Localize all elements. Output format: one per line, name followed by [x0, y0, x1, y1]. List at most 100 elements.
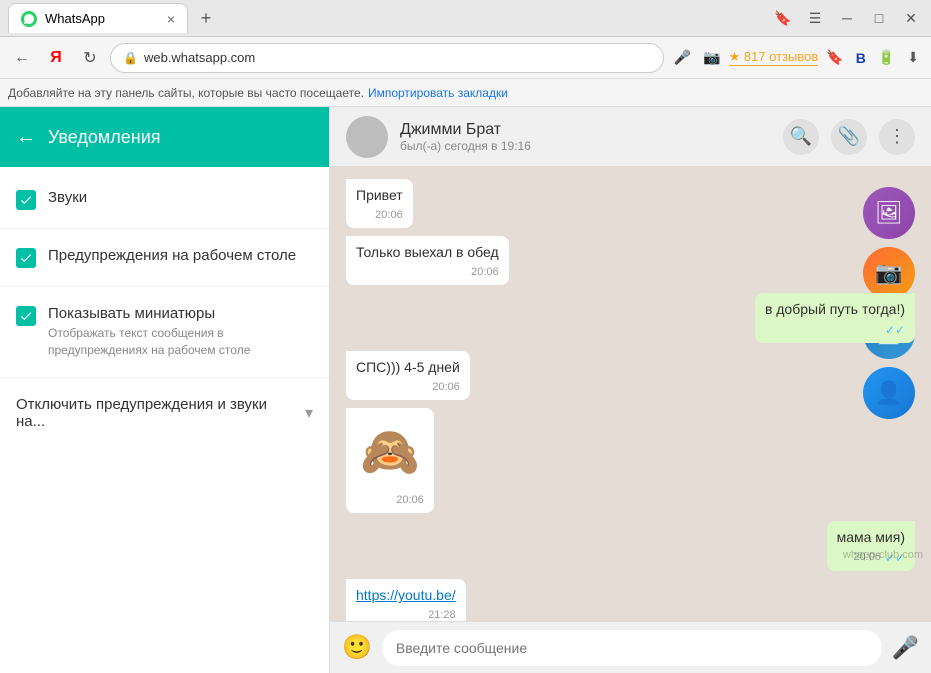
setting-thumbnails[interactable]: Показывать миниатюры Отображать текст со… [0, 291, 329, 373]
rating-badge[interactable]: ★ 817 отзывов [729, 49, 819, 66]
yandex-btn[interactable]: Я [42, 44, 70, 72]
msg-meta-3: ✓✓ [765, 322, 905, 339]
desktop-alerts-checkbox[interactable] [16, 248, 36, 268]
msg-row-7: https://youtu.be/ 21:28 [346, 579, 915, 621]
nav-bar: ← Я ↻ 🔒 web.whatsapp.com 🎤 📷 ★ 817 отзыв… [0, 37, 931, 79]
import-bookmarks-link[interactable]: Импортировать закладки [368, 86, 508, 100]
msg-meta-4: 20:06 [356, 380, 460, 395]
chat-actions: 🔍 📎 ⋮ [783, 119, 915, 155]
chat-info: Джимми Брат был(-а) сегодня в 19:16 [400, 121, 771, 153]
camera-float-btn[interactable]: 📷 [863, 247, 915, 299]
tab-favicon [21, 11, 37, 27]
msg-meta-5: 20:06 [356, 493, 424, 508]
tab-title: WhatsApp [45, 11, 105, 26]
messages-area: 🖼 📷 📄 👤 Привет [330, 167, 931, 621]
msg-emoji-5: 🙈 [356, 415, 424, 490]
msg-text-3: в добрый путь тогда!) [765, 301, 905, 317]
bookmarks-text: Добавляйте на эту панель сайты, которые … [8, 86, 364, 100]
maximize-btn[interactable]: □ [867, 6, 891, 30]
title-bar: WhatsApp × + 🔖 ☰ ─ □ ✕ [0, 0, 931, 37]
msg-bubble-2: Только выехал в обед 20:06 [346, 236, 509, 285]
b-icon[interactable]: В [852, 46, 870, 70]
msg-check-3: ✓✓ [885, 322, 905, 339]
sounds-label: Звуки [48, 189, 87, 206]
msg-bubble-7: https://youtu.be/ 21:28 [346, 579, 466, 621]
msg-bubble-5: 🙈 20:06 [346, 408, 434, 513]
settings-body: Звуки Предупреждения на рабочем столе [0, 167, 329, 673]
image-float-icon: 🖼 [875, 200, 903, 226]
setting-sounds[interactable]: Звуки [0, 175, 329, 224]
camera-float-icon: 📷 [875, 260, 902, 286]
address-text: web.whatsapp.com [144, 50, 651, 65]
settings-panel: ← Уведомления Звуки [0, 107, 330, 673]
sounds-label-container: Звуки [48, 189, 87, 206]
msg-time-4: 20:06 [432, 380, 460, 395]
msg-row-2: Только выехал в обед 20:06 [346, 236, 915, 285]
search-chat-btn[interactable]: 🔍 [783, 119, 819, 155]
thumbnails-label: Показывать миниатюры [48, 305, 313, 322]
msg-text-1: Привет [356, 187, 403, 203]
msg-time-7: 21:28 [428, 608, 456, 621]
mic-btn[interactable]: 🎤 [892, 635, 919, 661]
minimize-btn[interactable]: ─ [835, 6, 859, 30]
mic-icon[interactable]: 🎤 [670, 45, 695, 70]
reload-btn[interactable]: ↻ [76, 44, 104, 72]
msg-meta-7: 21:28 [356, 608, 456, 621]
image-float-btn[interactable]: 🖼 [863, 187, 915, 239]
divider-2 [0, 286, 329, 287]
more-btn[interactable]: ⋮ [879, 119, 915, 155]
active-tab[interactable]: WhatsApp × [8, 3, 188, 33]
divider-3 [0, 377, 329, 378]
msg-row-1: Привет 20:06 [346, 179, 915, 228]
msg-time-5: 20:06 [396, 493, 424, 508]
msg-time-2: 20:06 [471, 265, 499, 280]
msg-row-4: СПС))) 4-5 дней 20:06 [346, 351, 915, 400]
watermark: whapp-club.com [843, 549, 923, 561]
nav-bookmark-icon[interactable]: 🔖 [822, 45, 847, 70]
camera-icon[interactable]: 📷 [699, 45, 724, 70]
mute-item[interactable]: Отключить предупреждения и звуки на... ▾ [0, 382, 329, 444]
msg-text-2: Только выехал в обед [356, 244, 499, 260]
msg-text-4: СПС))) 4-5 дней [356, 359, 460, 375]
menu-btn[interactable]: ☰ [803, 6, 827, 30]
mute-arrow-icon: ▾ [305, 403, 313, 423]
tab-area: WhatsApp × + [8, 3, 763, 33]
address-bar[interactable]: 🔒 web.whatsapp.com [110, 43, 664, 73]
attach-btn[interactable]: 📎 [831, 119, 867, 155]
contact-name: Джимми Брат [400, 121, 771, 139]
download-icon[interactable]: ⬇ [903, 45, 923, 70]
divider-1 [0, 228, 329, 229]
back-btn[interactable]: ← [8, 44, 36, 72]
thumbnails-sub: Отображать текст сообщения в предупрежде… [48, 325, 313, 359]
sounds-checkbox[interactable] [16, 190, 36, 210]
new-tab-btn[interactable]: + [192, 4, 220, 32]
contact-avatar [346, 116, 388, 158]
close-btn[interactable]: ✕ [899, 6, 923, 30]
emoji-picker-btn[interactable]: 🙂 [342, 633, 372, 662]
settings-back-btn[interactable]: ← [16, 126, 36, 149]
msg-row-5: 🙈 20:06 [346, 408, 915, 513]
msg-link-7[interactable]: https://youtu.be/ [356, 587, 456, 603]
chat-input-area: 🙂 🎤 [330, 621, 931, 673]
contact-float-btn[interactable]: 👤 [863, 367, 915, 419]
lock-icon: 🔒 [123, 51, 138, 65]
msg-bubble-4: СПС))) 4-5 дней 20:06 [346, 351, 470, 400]
msg-time-1: 20:06 [375, 208, 403, 223]
msg-row-3: в добрый путь тогда!) ✓✓ [346, 293, 915, 343]
contact-float-icon: 👤 [875, 380, 902, 406]
tab-close-btn[interactable]: × [167, 11, 175, 27]
msg-meta-2: 20:06 [356, 265, 499, 280]
browser-frame: WhatsApp × + 🔖 ☰ ─ □ ✕ ← Я ↻ 🔒 web.whats… [0, 0, 931, 673]
message-input[interactable] [382, 630, 882, 666]
setting-desktop-alerts[interactable]: Предупреждения на рабочем столе [0, 233, 329, 282]
thumbnails-checkbox[interactable] [16, 306, 36, 326]
desktop-alerts-label: Предупреждения на рабочем столе [48, 247, 296, 264]
msg-bubble-3: в добрый путь тогда!) ✓✓ [755, 293, 915, 343]
battery-icon: 🔋 [874, 45, 899, 70]
msg-bubble-1: Привет 20:06 [346, 179, 413, 228]
app-area: ← Уведомления Звуки [0, 107, 931, 673]
chat-panel: Джимми Брат был(-а) сегодня в 19:16 🔍 📎 … [330, 107, 931, 673]
msg-text-6: мама мия) [837, 529, 905, 545]
thumbnails-label-container: Показывать миниатюры Отображать текст со… [48, 305, 313, 359]
bookmark-btn[interactable]: 🔖 [771, 6, 795, 30]
